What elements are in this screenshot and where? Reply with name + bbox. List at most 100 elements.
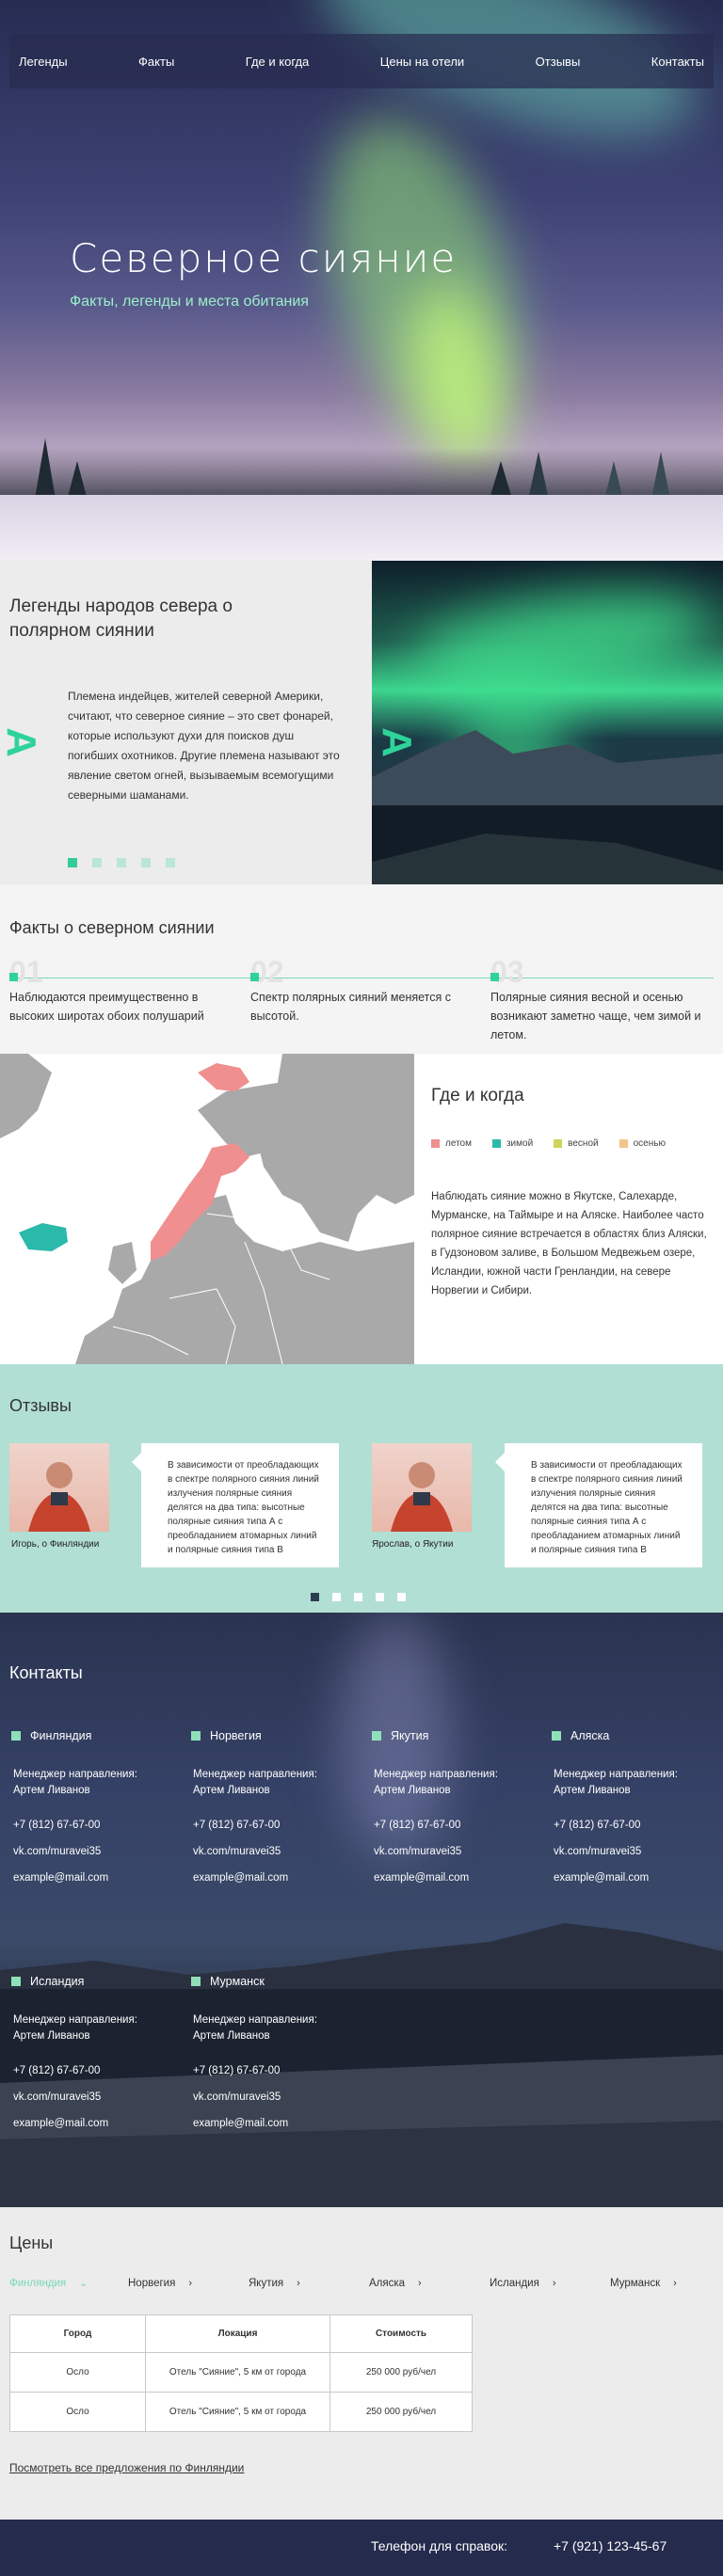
next-arrow-icon[interactable]: A: [373, 727, 420, 757]
nav-facts[interactable]: Факты: [138, 55, 174, 69]
review-author: Игорь, о Финляндии: [11, 1539, 100, 1550]
contact-email[interactable]: example@mail.com: [191, 1870, 361, 1886]
region-marker: [191, 1977, 201, 1986]
nav-where[interactable]: Где и когда: [246, 55, 310, 69]
tab-norway[interactable]: Норвегия ›: [128, 2277, 249, 2289]
legend-summer: летом: [431, 1138, 472, 1149]
pager-dot[interactable]: [166, 858, 175, 867]
aurora-photo: A: [372, 561, 723, 884]
tab-alaska[interactable]: Аляска ›: [369, 2277, 490, 2289]
legend-swatch: [554, 1139, 563, 1148]
contact-vk-link[interactable]: vk.com/muravei35: [11, 2090, 181, 2106]
chevron-right-icon: ›: [552, 2277, 556, 2289]
manager-name: Артем Ливанов: [13, 1785, 90, 1796]
fact-number: 01: [9, 955, 43, 989]
avatar: [372, 1443, 472, 1532]
prev-arrow-icon[interactable]: A: [0, 727, 44, 757]
contact-vk-link[interactable]: vk.com/muravei35: [191, 1844, 361, 1860]
tree: [490, 461, 512, 499]
contact-region: Якутия: [372, 1729, 541, 1742]
pager-dot[interactable]: [117, 858, 126, 867]
main-nav: Легенды Факты Где и когда Цены на отели …: [9, 34, 714, 88]
review-card: В зависимости от преобладающих в спектре…: [495, 1443, 702, 1567]
contact-email[interactable]: example@mail.com: [11, 2116, 181, 2132]
manager-name: Артем Ливанов: [374, 1785, 451, 1796]
nav-contacts[interactable]: Контакты: [651, 55, 704, 69]
contact-phone[interactable]: +7 (812) 67-67-00: [191, 1818, 361, 1834]
fact-marker: [9, 973, 18, 981]
chevron-right-icon: ›: [297, 2277, 300, 2289]
region-name: Мурманск: [210, 1975, 265, 1988]
tab-murmansk[interactable]: Мурманск ›: [610, 2277, 704, 2289]
region-name: Исландия: [30, 1975, 85, 1988]
table-header-row: Город Локация Стоимость: [9, 2314, 473, 2353]
contact-email[interactable]: example@mail.com: [191, 2116, 361, 2132]
tab-label: Исландия: [490, 2277, 539, 2289]
prices-title: Цены: [9, 2234, 54, 2252]
all-offers-link[interactable]: Посмотреть все предложения по Финляндии: [9, 2461, 244, 2474]
contact-phone[interactable]: +7 (812) 67-67-00: [11, 2063, 181, 2079]
table-cell: 250 000 руб/чел: [329, 2352, 473, 2393]
contact-email[interactable]: example@mail.com: [11, 1870, 181, 1886]
contact-vk-link[interactable]: vk.com/muravei35: [11, 1844, 181, 1860]
region-marker: [11, 1977, 21, 1986]
hero-subtitle: Факты, легенды и места обитания: [70, 294, 309, 310]
contact-block-alaska: Аляска Менеджер направления: Артем Ливан…: [552, 1729, 721, 1886]
pager-dot[interactable]: [92, 858, 102, 867]
contact-vk-link[interactable]: vk.com/muravei35: [552, 1844, 721, 1860]
pager-dot[interactable]: [311, 1593, 319, 1601]
contact-vk-link[interactable]: vk.com/muravei35: [191, 2090, 361, 2106]
contact-email[interactable]: example@mail.com: [552, 1870, 721, 1886]
nav-legends[interactable]: Легенды: [19, 55, 68, 69]
pager-dot[interactable]: [332, 1593, 341, 1601]
review-text: В зависимости от преобладающих в спектре…: [168, 1460, 319, 1555]
contact-phone[interactable]: +7 (812) 67-67-00: [191, 2063, 361, 2079]
chevron-down-icon: ⌄: [79, 2278, 88, 2289]
legend-winter: зимой: [491, 1138, 533, 1149]
pager-dot[interactable]: [397, 1593, 406, 1601]
contacts-title: Контакты: [9, 1663, 83, 1682]
legends-section: Легенды народов севера о полярном сиянии…: [0, 561, 723, 884]
legend-label: осенью: [633, 1138, 666, 1149]
region-marker: [191, 1731, 201, 1741]
nav-reviews[interactable]: Отзывы: [536, 55, 581, 69]
tab-iceland[interactable]: Исландия ›: [490, 2277, 610, 2289]
tab-yakutia[interactable]: Якутия ›: [249, 2277, 369, 2289]
legend-label: летом: [445, 1138, 472, 1149]
pager-dot[interactable]: [354, 1593, 362, 1601]
footer-phone-label: Телефон для справок:: [371, 2538, 508, 2553]
where-text: Наблюдать сияние можно в Якутске, Салеха…: [431, 1191, 707, 1296]
table-cell: Отель "Сияние", 5 км от города: [145, 2392, 330, 2432]
contact-block-norway: Норвегия Менеджер направления: Артем Лив…: [191, 1729, 361, 1886]
manager-label: Менеджер направления:: [374, 1769, 498, 1780]
fact-text: Полярные сияния весной и осенью возникаю…: [490, 991, 701, 1042]
contact-phone[interactable]: +7 (812) 67-67-00: [372, 1818, 541, 1834]
nav-prices[interactable]: Цены на отели: [380, 55, 464, 69]
region-marker: [552, 1731, 561, 1741]
chevron-right-icon: ›: [673, 2277, 677, 2289]
fact-marker: [490, 973, 499, 981]
footer-phone[interactable]: +7 (921) 123-45-67: [554, 2538, 667, 2553]
region-tabs: Финляндия ⌄ Норвегия › Якутия › Аляска › Исл…: [9, 2277, 706, 2290]
contact-phone[interactable]: +7 (812) 67-67-00: [11, 1818, 181, 1834]
tab-finland[interactable]: Финляндия ⌄: [9, 2277, 128, 2290]
contact-block-iceland: Исландия Менеджер направления: Артем Лив…: [11, 1975, 181, 2132]
pager-dot[interactable]: [68, 858, 77, 867]
legend-spring: весной: [554, 1138, 599, 1149]
pager-dot[interactable]: [376, 1593, 384, 1601]
contact-block-murmansk: Мурманск Менеджер направления: Артем Лив…: [191, 1975, 361, 2132]
prices-table: Город Локация Стоимость Осло Отель "Сиян…: [9, 2314, 473, 2432]
table-cell: Осло: [9, 2392, 146, 2432]
table-cell: Отель "Сияние", 5 км от города: [145, 2352, 330, 2393]
contact-vk-link[interactable]: vk.com/muravei35: [372, 1844, 541, 1860]
snow-field: [0, 495, 723, 561]
fact-marker: [250, 973, 259, 981]
pager-dot[interactable]: [141, 858, 151, 867]
contact-email[interactable]: example@mail.com: [372, 1870, 541, 1886]
region-name: Якутия: [391, 1729, 429, 1742]
mountain-silhouette: [372, 730, 723, 884]
fact-item: 03 Полярные сияния весной и осенью возни…: [490, 957, 716, 1044]
contact-phone[interactable]: +7 (812) 67-67-00: [552, 1818, 721, 1834]
table-cell: Осло: [9, 2352, 146, 2393]
tab-label: Финляндия: [9, 2277, 67, 2289]
